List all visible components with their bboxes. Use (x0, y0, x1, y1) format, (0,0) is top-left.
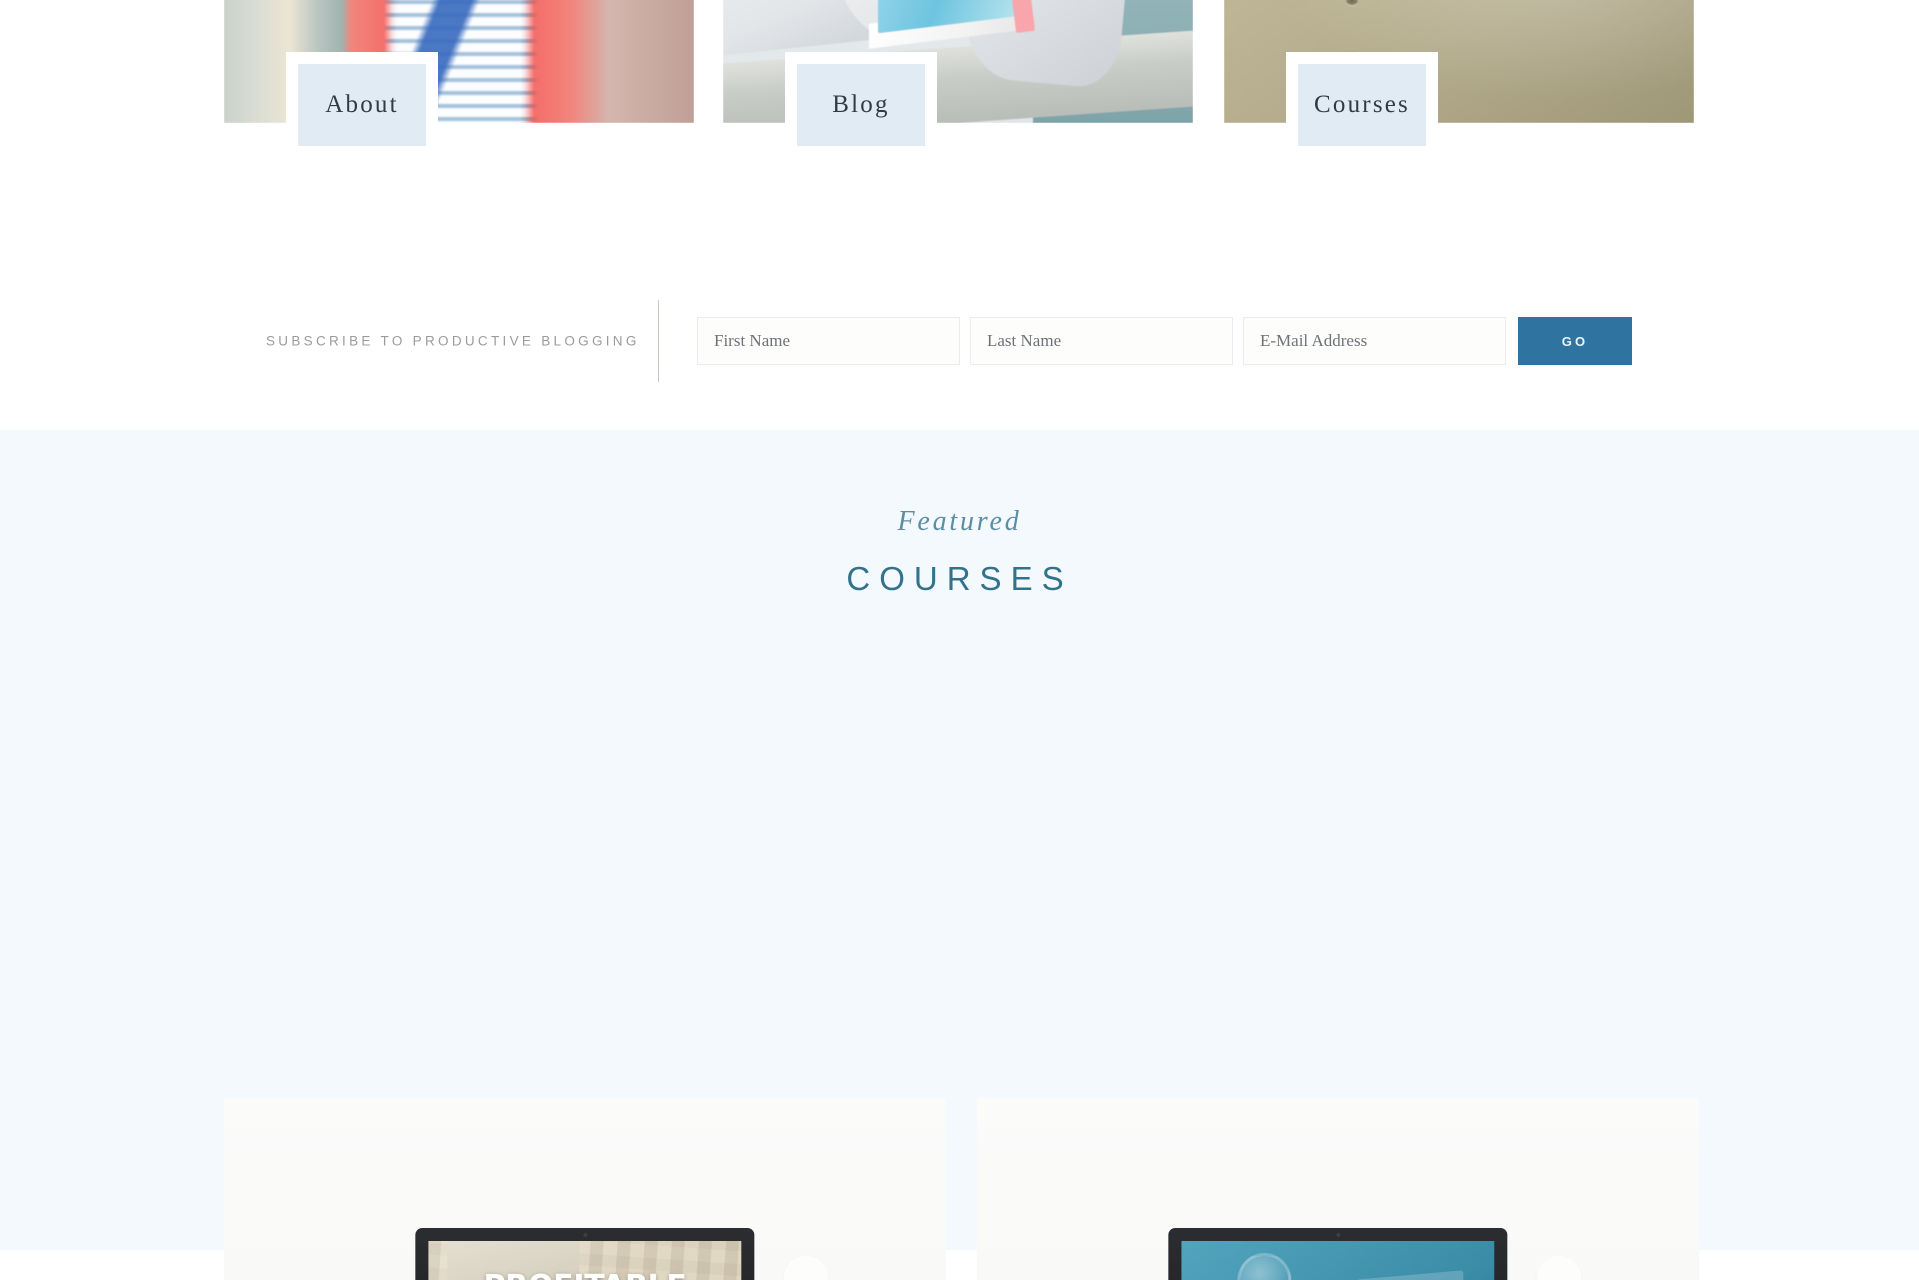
webcam-icon (1335, 1232, 1340, 1237)
nav-link-blog[interactable]: Blog (797, 64, 925, 146)
vertical-divider (658, 300, 659, 382)
course-screen: SEO JUMPSTART Search Engine Optimisation… (1181, 1240, 1495, 1280)
course-card-seo-jumpstart[interactable]: SEO JUMPSTART Search Engine Optimisation… (977, 1098, 1699, 1280)
featured-courses-section: Featured COURSES PROFITABLE BLOGG (0, 430, 1919, 1280)
course-card-profitable-blogging-jumpstart[interactable]: PROFITABLE BLOGGING JUMPSTART How to STA… (224, 1098, 946, 1280)
nav-label-frame-courses: Courses (1286, 52, 1438, 158)
subscribe-section: SUBSCRIBE TO PRODUCTIVE BLOGGING GO (0, 252, 1919, 430)
first-name-input[interactable] (697, 317, 960, 365)
hydrangea-flowers-right (1497, 1256, 1620, 1280)
course-screen: PROFITABLE BLOGGING JUMPSTART How to STA… (428, 1240, 742, 1280)
email-input[interactable] (1243, 317, 1506, 365)
nav-link-courses[interactable]: Courses (1298, 64, 1426, 146)
subscribe-form: GO (697, 317, 1632, 365)
course-grid: PROFITABLE BLOGGING JUMPSTART How to STA… (224, 1098, 1699, 1280)
featured-eyebrow: Featured (897, 506, 1022, 537)
nav-tile-courses[interactable]: Courses (1224, 0, 1694, 158)
subscribe-go-button[interactable]: GO (1518, 317, 1632, 365)
subscribe-heading: SUBSCRIBE TO PRODUCTIVE BLOGGING (266, 333, 640, 349)
hydrangea-flowers-right (744, 1256, 867, 1280)
imac-mockup: SEO JUMPSTART Search Engine Optimisation… (1168, 1227, 1508, 1280)
last-name-input[interactable] (970, 317, 1233, 365)
imac-mockup: PROFITABLE BLOGGING JUMPSTART How to STA… (415, 1227, 755, 1280)
desk-scene-photo: SEO JUMPSTART Search Engine Optimisation… (977, 1098, 1699, 1280)
webcam-icon (582, 1232, 587, 1237)
nav-label-frame-about: About (286, 52, 438, 158)
featured-heading: COURSES (846, 560, 1073, 597)
nav-label-frame-blog: Blog (785, 52, 937, 158)
nav-tile-blog[interactable]: Blog (723, 0, 1193, 158)
nav-link-about[interactable]: About (298, 64, 426, 146)
desk-scene-photo: PROFITABLE BLOGGING JUMPSTART How to STA… (224, 1098, 946, 1280)
top-navigation-tiles: About Blog Courses (0, 0, 1919, 253)
screen-artwork (1181, 1240, 1495, 1280)
course-title: PROFITABLE BLOGGING JUMPSTART (440, 1271, 729, 1280)
nav-tile-about[interactable]: About (224, 0, 694, 158)
